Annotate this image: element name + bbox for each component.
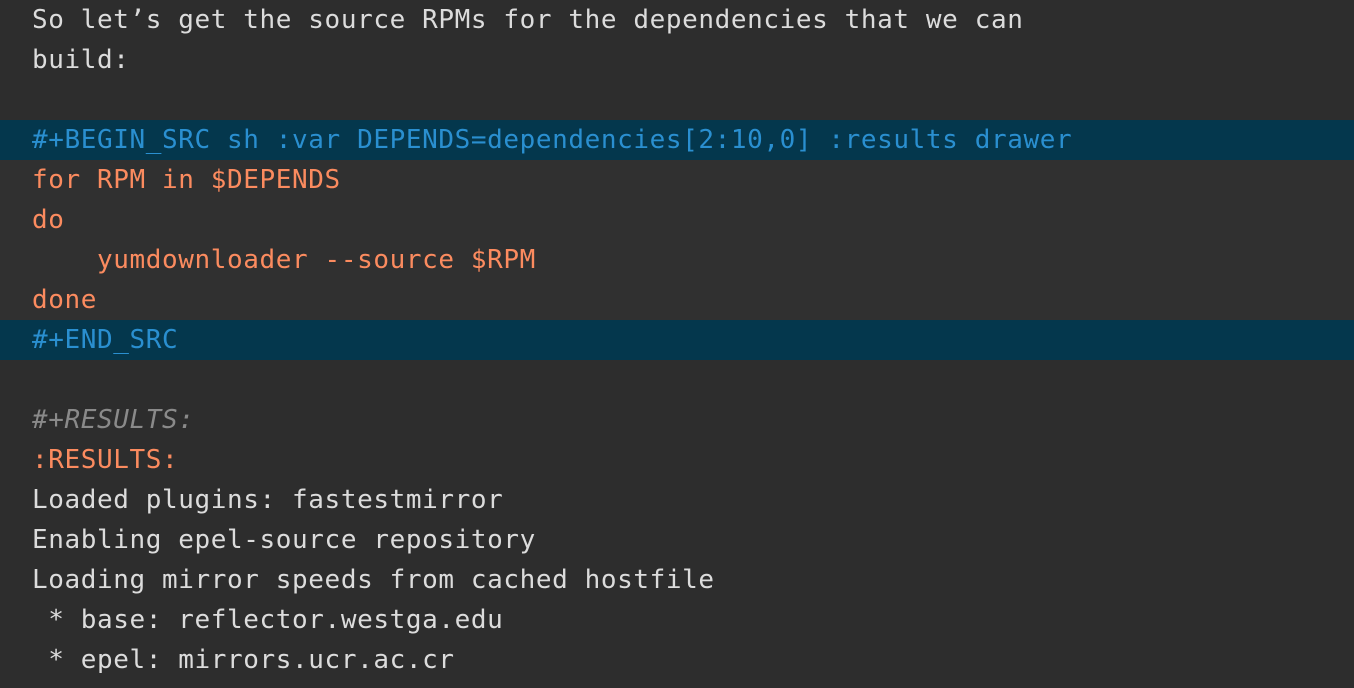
results-output-line-1: Loaded plugins: fastestmirror (32, 485, 504, 515)
spacer-after-src-block (0, 360, 1354, 400)
results-drawer-open[interactable]: :RESULTS: (0, 440, 1354, 480)
src-code-line-2[interactable]: do (0, 200, 1354, 240)
prose-line-2: build: (32, 45, 130, 75)
results-output-line-4: * base: reflector.westga.edu (32, 605, 504, 635)
src-code-line-4[interactable]: done (0, 280, 1354, 320)
results-keyword[interactable]: #+RESULTS: (0, 400, 1354, 440)
results-output-line-2: Enabling epel-source repository (32, 525, 536, 555)
src-end-delimiter[interactable]: #+END_SRC (0, 320, 1354, 360)
results-output-line-5: * epel: mirrors.ucr.ac.cr (32, 645, 455, 673)
src-code-line-1[interactable]: for RPM in $DEPENDS (0, 160, 1354, 200)
src-code-line-3[interactable]: yumdownloader --source $RPM (0, 240, 1354, 280)
org-document[interactable]: So let’s get the source RPMs for the dep… (0, 0, 1354, 688)
results-section[interactable]: #+RESULTS: :RESULTS: Loaded plugins: fas… (0, 400, 1354, 673)
spacer-before-src-block (0, 80, 1354, 120)
source-block[interactable]: #+BEGIN_SRC sh :var DEPENDS=dependencies… (0, 120, 1354, 360)
prose-line-1: So let’s get the source RPMs for the dep… (32, 5, 1024, 35)
results-output-line-3: Loading mirror speeds from cached hostfi… (32, 565, 715, 595)
src-begin-delimiter[interactable]: #+BEGIN_SRC sh :var DEPENDS=dependencies… (0, 120, 1354, 160)
